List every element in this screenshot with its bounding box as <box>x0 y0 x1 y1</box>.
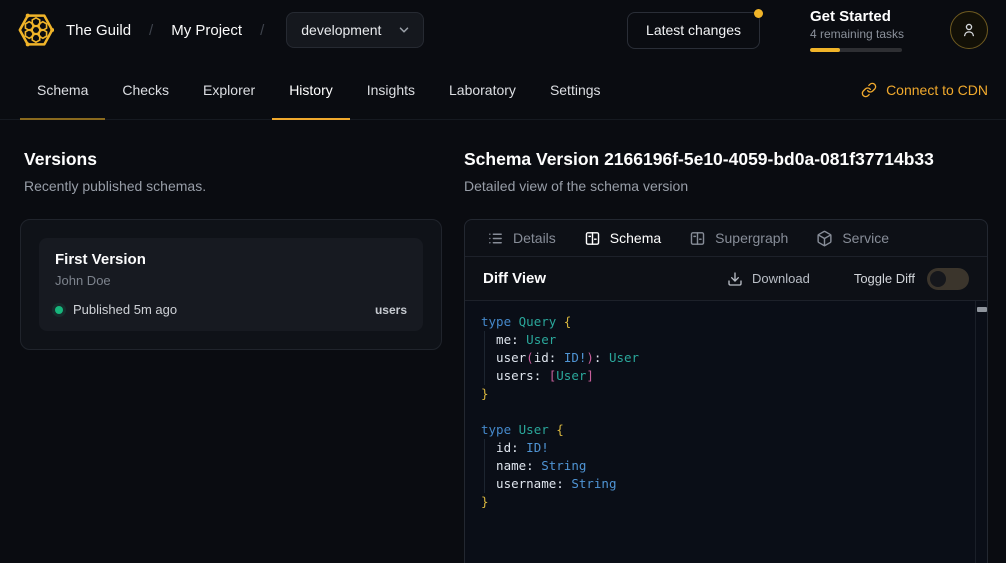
target-dropdown[interactable]: development <box>286 12 424 48</box>
nav-tab-insights[interactable]: Insights <box>350 60 432 119</box>
toggle-diff-switch[interactable] <box>927 268 969 290</box>
columns-icon <box>689 230 706 247</box>
breadcrumb-separator: / <box>149 22 153 39</box>
tab-details[interactable]: Details <box>473 220 570 256</box>
version-service-badge: users <box>375 303 407 317</box>
diff-toolbar: Diff View Download Toggle Diff <box>465 257 987 301</box>
latest-changes-button[interactable]: Latest changes <box>627 12 760 49</box>
breadcrumb-org[interactable]: The Guild <box>66 22 131 39</box>
nav-tab-schema[interactable]: Schema <box>20 60 105 119</box>
progress-fill <box>810 48 840 52</box>
breadcrumb: The Guild / My Project / development <box>66 12 424 48</box>
code-line: user(id: ID!): User <box>481 349 959 367</box>
download-label: Download <box>752 271 810 286</box>
top-bar: The Guild / My Project / development Lat… <box>0 0 1006 60</box>
nav-tab-history[interactable]: History <box>272 60 350 119</box>
get-started-progress-bar <box>810 48 902 52</box>
code-line: type Query { <box>481 313 959 331</box>
published-status-dot <box>55 306 63 314</box>
scrollbar-thumb[interactable] <box>977 307 987 312</box>
get-started-subtitle: 4 remaining tasks <box>810 27 902 42</box>
version-status: Published 5m ago <box>73 302 177 317</box>
versions-title: Versions <box>24 148 442 170</box>
get-started-title: Get Started <box>810 8 902 26</box>
versions-panel: Versions Recently published schemas. Fir… <box>0 120 464 563</box>
hive-logo[interactable] <box>18 12 54 48</box>
tab-service[interactable]: Service <box>802 220 903 256</box>
tab-service-label: Service <box>842 230 889 246</box>
versions-card: First Version John Doe Published 5m ago … <box>20 219 442 350</box>
scrollbar[interactable] <box>975 301 987 563</box>
code-line: users: [User] <box>481 367 959 385</box>
main-nav: Schema Checks Explorer History Insights … <box>0 60 1006 120</box>
code-line: me: User <box>481 331 959 349</box>
breadcrumb-separator: / <box>260 22 264 39</box>
code-line: } <box>481 385 959 403</box>
version-list-item[interactable]: First Version John Doe Published 5m ago … <box>39 238 423 331</box>
code-block: type Query { me: User user(id: ID!): Use… <box>465 301 987 523</box>
tab-details-label: Details <box>513 230 556 246</box>
link-icon <box>861 82 877 98</box>
versions-subtitle: Recently published schemas. <box>24 177 442 195</box>
code-viewer: type Query { me: User user(id: ID!): Use… <box>465 301 987 563</box>
version-detail-subtitle: Detailed view of the schema version <box>464 177 988 195</box>
tab-schema[interactable]: Schema <box>570 220 675 256</box>
version-detail-title: Schema Version 2166196f-5e10-4059-bd0a-0… <box>464 148 988 170</box>
nav-tab-checks[interactable]: Checks <box>105 60 186 119</box>
download-icon <box>727 271 743 287</box>
download-button[interactable]: Download <box>727 271 810 287</box>
version-detail-panel: Schema Version 2166196f-5e10-4059-bd0a-0… <box>464 120 1006 563</box>
version-author: John Doe <box>55 272 407 289</box>
cube-icon <box>816 230 833 247</box>
breadcrumb-project[interactable]: My Project <box>171 22 242 39</box>
avatar[interactable] <box>950 11 988 49</box>
version-name: First Version <box>55 250 407 269</box>
code-line: type User { <box>481 421 959 439</box>
detail-tabs: Details Schema Supergraph <box>465 220 987 257</box>
connect-cdn-link[interactable]: Connect to CDN <box>861 60 988 119</box>
notification-dot <box>754 9 763 18</box>
chevron-down-icon <box>397 23 411 37</box>
version-detail-box: Details Schema Supergraph <box>464 219 988 563</box>
user-icon <box>960 21 978 39</box>
tab-supergraph-label: Supergraph <box>715 230 788 246</box>
latest-changes-label: Latest changes <box>646 22 741 38</box>
connect-cdn-label: Connect to CDN <box>886 82 988 98</box>
tab-supergraph[interactable]: Supergraph <box>675 220 802 256</box>
main-content: Versions Recently published schemas. Fir… <box>0 120 1006 563</box>
list-icon <box>487 230 504 247</box>
code-line: } <box>481 493 959 511</box>
columns-icon <box>584 230 601 247</box>
toggle-diff-label: Toggle Diff <box>854 271 915 286</box>
diff-view-title: Diff View <box>483 270 546 287</box>
nav-tab-explorer[interactable]: Explorer <box>186 60 272 119</box>
version-meta-row: Published 5m ago users <box>55 302 407 317</box>
nav-tab-laboratory[interactable]: Laboratory <box>432 60 533 119</box>
code-line: id: ID! <box>481 439 959 457</box>
switch-knob <box>930 271 946 287</box>
tab-schema-label: Schema <box>610 230 661 246</box>
get-started-widget[interactable]: Get Started 4 remaining tasks <box>810 8 902 52</box>
nav-tab-settings[interactable]: Settings <box>533 60 618 119</box>
code-line: name: String <box>481 457 959 475</box>
code-line: username: String <box>481 475 959 493</box>
target-dropdown-value: development <box>301 22 381 38</box>
code-line <box>481 403 959 421</box>
